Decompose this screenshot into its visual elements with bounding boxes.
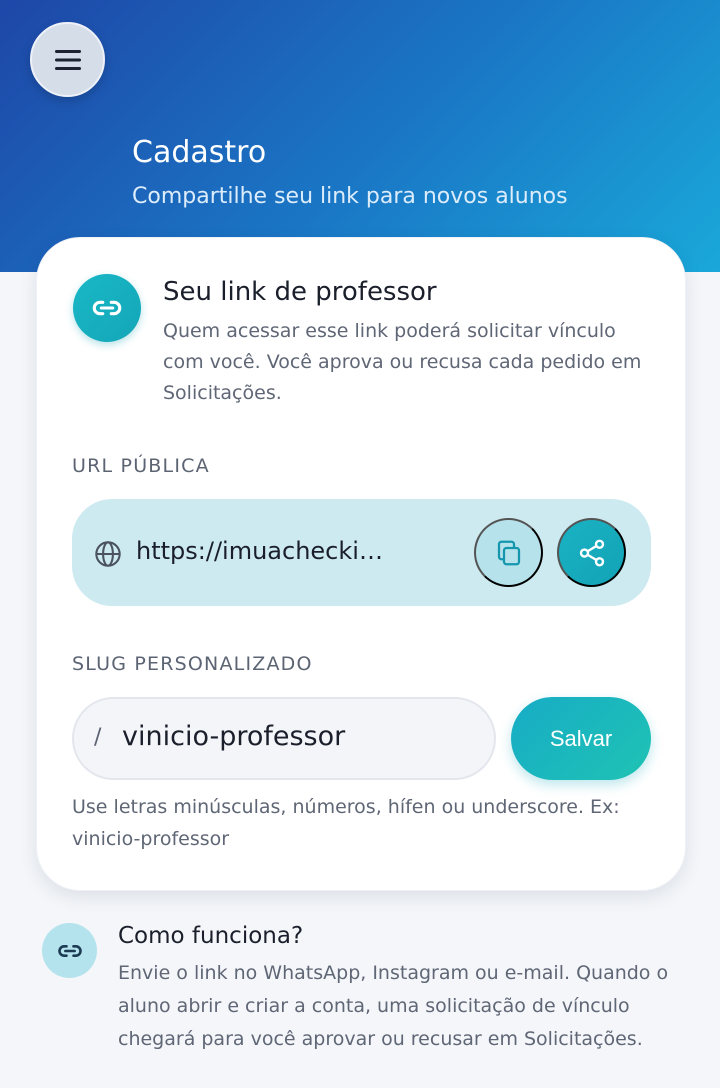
hamburger-menu-icon — [54, 49, 81, 70]
copy-icon — [497, 540, 520, 565]
slug-section-label: SLUG PERSONALIZADO — [72, 653, 313, 675]
page: Cadastro Compartilhe seu link para novos… — [0, 0, 720, 1088]
save-button[interactable]: Salvar — [511, 697, 651, 780]
slug-help-text: Use letras minúsculas, números, hífen ou… — [72, 796, 620, 850]
link-icon — [42, 923, 97, 978]
page-title: Cadastro — [132, 135, 267, 170]
header: Cadastro Compartilhe seu link para novos… — [0, 0, 720, 272]
slug-prefix: / — [94, 725, 102, 750]
copy-link-button[interactable] — [474, 518, 543, 587]
public-url-text: https://imuacheckin.com.... — [136, 537, 396, 565]
slug-input[interactable]: / vinicio-professor — [72, 697, 496, 780]
page-subtitle: Compartilhe seu link para novos alunos — [132, 184, 568, 209]
link-icon — [73, 274, 141, 342]
share-icon — [579, 539, 604, 566]
card-title: Seu link de professor — [163, 277, 437, 307]
how-it-works-title: Como funciona? — [118, 923, 304, 949]
url-section-label: URL PÚBLICA — [72, 455, 210, 477]
teacher-link-card: Seu link de professor Quem acessar esse … — [36, 237, 686, 891]
share-link-button[interactable] — [557, 518, 626, 587]
menu-button[interactable] — [30, 22, 105, 97]
globe-icon — [95, 541, 121, 567]
public-url-box: https://imuacheckin.com.... — [72, 499, 651, 606]
how-it-works-description: Envie o link no WhatsApp, Instagram ou e… — [118, 962, 669, 1050]
slug-input-value[interactable]: vinicio-professor — [122, 721, 345, 752]
card-description: Quem acessar esse link poderá solicitar … — [163, 320, 642, 404]
